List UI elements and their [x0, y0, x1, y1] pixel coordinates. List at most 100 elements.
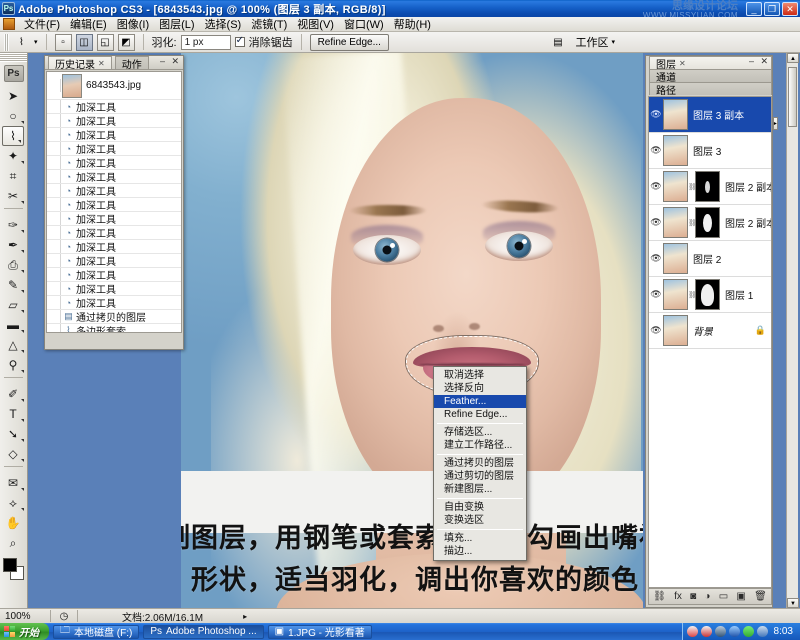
brush-tool[interactable]: ✒: [0, 235, 26, 255]
eyedropper-tool[interactable]: ⟡: [0, 493, 26, 513]
scrollbar-thumb[interactable]: [788, 67, 797, 127]
layer-row[interactable]: 👁 图层 2: [649, 241, 771, 277]
feather-input[interactable]: 1 px: [180, 34, 231, 50]
menu-item-window[interactable]: 窗口(W): [339, 16, 389, 32]
fill-slider-button[interactable]: ▸: [772, 116, 778, 130]
mask-link-icon[interactable]: ⛓: [688, 183, 697, 191]
add-to-selection-button[interactable]: ◫: [75, 33, 93, 51]
history-entry[interactable]: ⌇ 多边形套索: [47, 324, 181, 332]
color-swatches[interactable]: [2, 558, 25, 582]
eye-icon[interactable]: 👁: [649, 325, 663, 336]
eye-icon[interactable]: 👁: [649, 109, 663, 120]
layer-thumbnail[interactable]: [663, 279, 688, 310]
history-source-slot[interactable]: [47, 296, 61, 309]
menu-item-edit[interactable]: 编辑(E): [65, 16, 112, 32]
zoom-tool[interactable]: ⌕: [0, 533, 26, 553]
context-feather[interactable]: Feather...: [434, 395, 526, 408]
history-source-slot[interactable]: [47, 100, 61, 113]
network-icon[interactable]: [714, 626, 726, 637]
menu-item-layer[interactable]: 图层(L): [154, 16, 199, 32]
layer-thumbnail[interactable]: [663, 135, 688, 166]
layer-thumbnail[interactable]: [663, 207, 688, 238]
history-source-slot[interactable]: [47, 114, 61, 127]
polygonal-lasso-tool[interactable]: ⌇: [2, 126, 24, 146]
context-free-transform[interactable]: 自由变换: [434, 501, 526, 514]
layer-thumbnail[interactable]: [663, 243, 688, 274]
menu-item-view[interactable]: 视图(V): [292, 16, 339, 32]
scroll-up-arrow[interactable]: ▲: [787, 53, 799, 63]
layer-row[interactable]: 👁 背景 🔒: [649, 313, 771, 349]
zoom-level[interactable]: 100%: [0, 611, 46, 622]
context-transform-selection[interactable]: 变换选区: [434, 514, 526, 527]
antivirus-icon[interactable]: [756, 626, 768, 637]
layer-thumbnail[interactable]: [663, 315, 688, 346]
history-snapshot-row[interactable]: 6843543.jpg: [47, 72, 181, 100]
history-entry[interactable]: ◔ 加深工具: [47, 296, 181, 310]
history-brush-tool[interactable]: ✎: [0, 275, 26, 295]
pen-tool[interactable]: ✐: [0, 384, 26, 404]
eye-icon[interactable]: 👁: [649, 253, 663, 264]
history-entry[interactable]: ◔ 加深工具: [47, 128, 181, 142]
history-source-slot[interactable]: [47, 128, 61, 141]
menu-item-select[interactable]: 选择(S): [200, 16, 247, 32]
context-refine-edge[interactable]: Refine Edge...: [434, 408, 526, 421]
workspace-scrollbar[interactable]: ▲ ▼: [786, 53, 799, 608]
history-source-slot[interactable]: [47, 226, 61, 239]
history-entry[interactable]: ◔ 加深工具: [47, 114, 181, 128]
taskbar-clock[interactable]: 8:03: [771, 626, 796, 637]
tab-paths[interactable]: 路径: [649, 82, 772, 97]
maximize-button[interactable]: ❐: [764, 2, 780, 16]
history-entry[interactable]: ◔ 加深工具: [47, 240, 181, 254]
toolbox-grip[interactable]: [0, 53, 27, 62]
history-entry[interactable]: ◔ 加深工具: [47, 156, 181, 170]
foreground-color-swatch[interactable]: [2, 558, 17, 572]
status-expand-arrow[interactable]: ▸: [203, 612, 247, 621]
taskbar-button-photoshop[interactable]: Ps Adobe Photoshop ...: [143, 624, 264, 639]
history-entry[interactable]: ◔ 加深工具: [47, 198, 181, 212]
history-entry[interactable]: ◔ 加深工具: [47, 142, 181, 156]
eye-icon[interactable]: 👁: [649, 217, 663, 228]
lasso-tool-icon[interactable]: ⌇: [13, 34, 30, 51]
new-group-button[interactable]: ▭: [719, 591, 728, 602]
healing-brush-tool[interactable]: ✑: [0, 215, 26, 235]
eye-icon[interactable]: 👁: [649, 181, 663, 192]
layer-mask-thumbnail[interactable]: [695, 171, 720, 202]
mask-link-icon[interactable]: ⛓: [688, 291, 697, 299]
history-source-slot[interactable]: [47, 142, 61, 155]
dodge-tool[interactable]: ⚲: [0, 355, 26, 375]
tab-channels[interactable]: 通道: [649, 69, 772, 84]
slice-tool[interactable]: ✂: [0, 186, 26, 206]
history-entry[interactable]: ◔ 加深工具: [47, 170, 181, 184]
workspace-button[interactable]: 工作区 ▾: [570, 34, 620, 51]
hand-tool[interactable]: ✋: [0, 513, 26, 533]
menu-item-file[interactable]: 文件(F): [19, 16, 65, 32]
history-snapshot-source-slot[interactable]: [47, 79, 61, 92]
layers-panel-controls[interactable]: – ✕: [749, 56, 770, 67]
history-source-slot[interactable]: [47, 310, 61, 323]
layer-thumbnail[interactable]: [663, 99, 688, 130]
menu-item-filter[interactable]: 滤镜(T): [246, 16, 292, 32]
history-entry[interactable]: ▤ 通过拷贝的图层: [47, 310, 181, 324]
tab-history[interactable]: 历史记录 ✕: [48, 56, 112, 71]
new-layer-button[interactable]: ▣: [736, 591, 745, 602]
history-source-slot[interactable]: [47, 240, 61, 253]
shape-tool[interactable]: ◇: [0, 444, 26, 464]
history-entry[interactable]: ◔ 加深工具: [47, 254, 181, 268]
elliptical-marquee-tool[interactable]: ○: [0, 106, 26, 126]
layer-row[interactable]: 👁 ⛓ 图层 1: [649, 277, 771, 313]
layers-list[interactable]: 👁 图层 3 副本 👁 图层 3 👁 ⛓ 图层 2 副本 2 👁 ⛓ 图层 2 …: [648, 96, 772, 588]
layer-thumbnail[interactable]: [663, 171, 688, 202]
tab-actions[interactable]: 动作: [114, 56, 149, 71]
history-source-slot[interactable]: [47, 268, 61, 281]
history-entry[interactable]: ◔ 加深工具: [47, 100, 181, 114]
context-stroke[interactable]: 描边...: [434, 545, 526, 558]
history-entry[interactable]: ◔ 加深工具: [47, 226, 181, 240]
qq2-icon[interactable]: [700, 626, 712, 637]
history-source-slot[interactable]: [47, 198, 61, 211]
context-save-selection[interactable]: 存储选区...: [434, 426, 526, 439]
antialias-checkbox[interactable]: [234, 35, 245, 47]
context-fill[interactable]: 填充...: [434, 532, 526, 545]
link-layers-button[interactable]: ⛓: [653, 591, 666, 602]
minimize-button[interactable]: _: [746, 2, 762, 16]
bridge-icon[interactable]: ▤: [549, 34, 566, 51]
